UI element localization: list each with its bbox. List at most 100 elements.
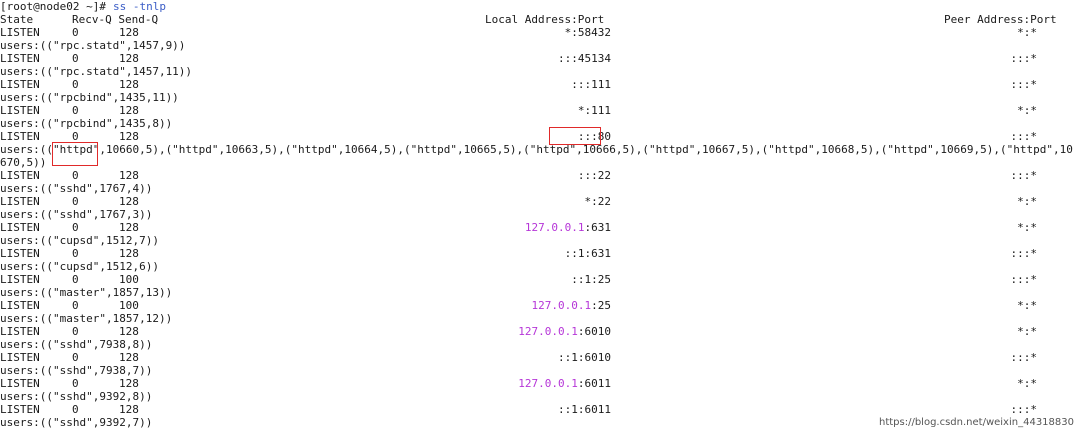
local-address-cell: :::111 <box>571 78 611 91</box>
local-port-text: ::1:25 <box>571 273 611 286</box>
send-q-cell: 128 <box>119 78 139 91</box>
process-users-text: users:(("sshd",9392,7)) <box>0 416 153 429</box>
state-cell: LISTEN <box>0 299 40 312</box>
recv-q-cell: 0 <box>72 377 79 390</box>
peer-address-cell: :::* <box>1010 52 1038 65</box>
local-port-text: ::1:6010 <box>558 351 611 364</box>
state-cell: LISTEN <box>0 104 40 117</box>
local-port-text: *:58432 <box>564 26 611 39</box>
recv-q-cell: 0 <box>72 195 79 208</box>
state-cell: LISTEN <box>0 221 40 234</box>
state-cell: LISTEN <box>0 130 40 143</box>
process-users-text: users:(("rpcbind",1435,11)) <box>0 91 179 104</box>
recv-q-cell: 0 <box>72 221 79 234</box>
peer-address-cell: *:* <box>1017 195 1037 208</box>
recv-q-cell: 0 <box>72 26 79 39</box>
command-line: [root@node02 ~]# ss -tnlp <box>0 0 166 13</box>
recv-q-cell: 0 <box>72 104 79 117</box>
local-port-text: :6010 <box>577 325 611 338</box>
local-port-text: :631 <box>584 221 612 234</box>
recv-q-cell: 0 <box>72 52 79 65</box>
header-peer-address: Peer Address:Port <box>944 13 1057 26</box>
local-port-text: *:111 <box>577 104 611 117</box>
local-address-cell: 127.0.0.1:25 <box>532 299 611 312</box>
peer-address-cell: :::* <box>1010 169 1038 182</box>
local-address-cell: ::1:25 <box>571 273 611 286</box>
terminal-window[interactable]: [root@node02 ~]# ss -tnlp State Recv-Q S… <box>0 0 1080 437</box>
process-users-wrap-text: 670,5)) <box>0 156 47 169</box>
process-users-text: users:(("sshd",7938,7)) <box>0 364 153 377</box>
local-address-cell: *:111 <box>578 104 611 117</box>
recv-q-cell: 0 <box>72 403 79 416</box>
annotation-box-port-80 <box>549 127 601 145</box>
process-users-text: users:(("sshd",9392,8)) <box>0 390 153 403</box>
peer-address-cell: *:* <box>1017 377 1037 390</box>
peer-address-cell: *:* <box>1017 26 1037 39</box>
local-address-cell: *:22 <box>585 195 612 208</box>
send-q-cell: 128 <box>119 351 139 364</box>
table-header: State Recv-Q Send-Q Local Address:Port P… <box>0 13 1057 26</box>
local-port-text: :25 <box>591 299 611 312</box>
process-users-text: users:(("sshd",1767,3)) <box>0 208 153 221</box>
state-cell: LISTEN <box>0 273 40 286</box>
process-users-text: users:(("cupsd",1512,6)) <box>0 260 159 273</box>
watermark-text: https://blog.csdn.net/weixin_44318830 <box>878 417 1074 428</box>
send-q-cell: 128 <box>119 221 139 234</box>
local-address-cell: 127.0.0.1:631 <box>525 221 611 234</box>
process-users-text: users:(("httpd",10660,5),("httpd",10663,… <box>0 143 1073 156</box>
peer-address-cell: :::* <box>1010 273 1038 286</box>
peer-address-cell: :::* <box>1010 351 1038 364</box>
recv-q-cell: 0 <box>72 299 79 312</box>
process-users-text: users:(("master",1857,12)) <box>0 312 173 325</box>
state-cell: LISTEN <box>0 195 40 208</box>
local-address-cell: *:58432 <box>565 26 611 39</box>
process-users-text: users:(("cupsd",1512,7)) <box>0 234 159 247</box>
header-state: State <box>0 13 34 26</box>
state-cell: LISTEN <box>0 169 40 182</box>
local-port-text: *:22 <box>584 195 612 208</box>
state-cell: LISTEN <box>0 78 40 91</box>
send-q-cell: 100 <box>119 273 139 286</box>
send-q-cell: 128 <box>119 377 139 390</box>
recv-q-cell: 0 <box>72 247 79 260</box>
process-users-text: users:(("rpcbind",1435,8)) <box>0 117 173 130</box>
local-port-text: :::45134 <box>558 52 611 65</box>
process-users-text: users:(("sshd",1767,4)) <box>0 182 153 195</box>
process-users-text: users:(("rpc.statd",1457,9)) <box>0 39 186 52</box>
process-users-text: users:(("rpc.statd",1457,11)) <box>0 65 193 78</box>
local-port-text: ::1:6011 <box>558 403 611 416</box>
local-address-cell: :::22 <box>578 169 611 182</box>
send-q-cell: 128 <box>119 195 139 208</box>
local-ip-highlight: 127.0.0.1 <box>531 299 592 312</box>
recv-q-cell: 0 <box>72 78 79 91</box>
send-q-cell: 128 <box>119 104 139 117</box>
local-port-text: :::111 <box>571 78 611 91</box>
peer-address-cell: *:* <box>1017 299 1037 312</box>
local-address-cell: ::1:631 <box>565 247 611 260</box>
local-port-text: :6011 <box>577 377 611 390</box>
peer-address-cell: :::* <box>1010 130 1038 143</box>
send-q-cell: 128 <box>119 169 139 182</box>
state-cell: LISTEN <box>0 247 40 260</box>
local-ip-highlight: 127.0.0.1 <box>524 221 585 234</box>
send-q-cell: 128 <box>119 26 139 39</box>
state-cell: LISTEN <box>0 403 40 416</box>
header-queues: Recv-Q Send-Q <box>72 13 159 26</box>
local-address-cell: 127.0.0.1:6011 <box>518 377 611 390</box>
local-address-cell: :::45134 <box>558 52 611 65</box>
local-ip-highlight: 127.0.0.1 <box>518 377 578 390</box>
local-address-cell: ::1:6010 <box>558 351 611 364</box>
recv-q-cell: 0 <box>72 351 79 364</box>
local-port-text: :::22 <box>577 169 611 182</box>
state-cell: LISTEN <box>0 351 40 364</box>
send-q-cell: 128 <box>119 247 139 260</box>
command-text: ss -tnlp <box>113 0 166 13</box>
header-local-address: Local Address:Port <box>485 13 605 26</box>
process-users-text: users:(("master",1857,13)) <box>0 286 173 299</box>
recv-q-cell: 0 <box>72 325 79 338</box>
peer-address-cell: :::* <box>1010 247 1038 260</box>
state-cell: LISTEN <box>0 325 40 338</box>
shell-prompt: [root@node02 ~]# <box>0 0 113 13</box>
state-cell: LISTEN <box>0 26 40 39</box>
local-ip-highlight: 127.0.0.1 <box>518 325 578 338</box>
